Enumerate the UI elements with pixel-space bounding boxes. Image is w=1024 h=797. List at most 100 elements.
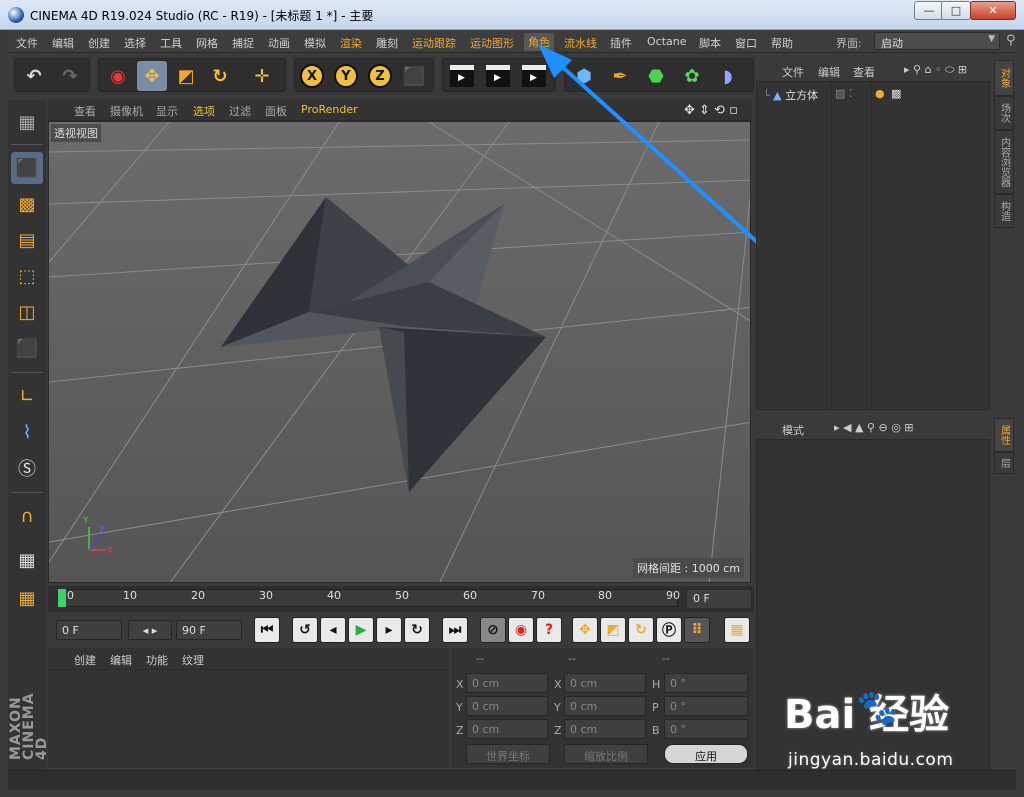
menu-mesh[interactable]: 网格 — [196, 35, 218, 51]
viewport-menu-prorender[interactable]: ProRender — [301, 103, 358, 116]
undo-icon[interactable]: ↶ — [19, 61, 49, 91]
layout-dropdown[interactable]: 启动 ▼ — [874, 32, 1000, 50]
go-to-end-icon[interactable]: ⏭ — [442, 617, 468, 643]
live-selection-icon[interactable]: ◉ — [103, 61, 133, 91]
tweak-mode-icon[interactable]: ⌇ — [11, 416, 43, 448]
key-position-icon[interactable]: ✥ — [572, 617, 598, 643]
texture-mode-icon[interactable]: ▩ — [11, 188, 43, 220]
material-tag-icon[interactable]: ▩ — [891, 87, 901, 100]
apply-button[interactable]: 应用 — [664, 744, 748, 764]
material-menu-create[interactable]: 创建 — [74, 652, 96, 668]
key-rotation-icon[interactable]: ↻ — [628, 617, 654, 643]
menu-motion-tracking[interactable]: 运动跟踪 — [412, 35, 456, 51]
visibility-dots-icon[interactable]: ▨ ⁚ — [835, 87, 852, 100]
object-menu-view[interactable]: 查看 — [853, 64, 875, 80]
prev-frame-icon[interactable]: ◂ — [320, 617, 346, 643]
tab-layers[interactable]: 层 — [994, 452, 1014, 474]
material-menu-edit[interactable]: 编辑 — [110, 652, 132, 668]
key-point-level-icon[interactable]: ⠿ — [684, 617, 710, 643]
make-editable-icon[interactable]: ▦ — [11, 106, 43, 138]
go-to-prev-key-icon[interactable]: ↺ — [292, 617, 318, 643]
position-z-field[interactable]: 0 cm — [466, 719, 548, 739]
material-menu-function[interactable]: 功能 — [146, 652, 168, 668]
key-parameter-icon[interactable]: Ⓟ — [656, 617, 682, 643]
record-disabled-icon[interactable]: ⊘ — [480, 617, 506, 643]
frame-range-slider[interactable]: ◂ ▸ — [128, 620, 172, 640]
timeline-ruler[interactable]: 0 10 20 30 40 50 60 70 80 90 — [48, 586, 754, 612]
size-y-field[interactable]: 0 cm — [564, 696, 646, 716]
menu-file[interactable]: 文件 — [16, 35, 38, 51]
points-mode-icon[interactable]: ⬚ — [11, 260, 43, 292]
x-axis-lock-icon[interactable]: X — [297, 61, 327, 91]
close-button[interactable]: ✕ — [970, 1, 1016, 20]
restore-button[interactable]: □ — [941, 1, 971, 20]
attribute-menu-mode[interactable]: 模式 — [782, 422, 804, 438]
auto-keying-icon[interactable]: ◉ — [508, 617, 534, 643]
axis-mode-icon[interactable]: ∟ — [11, 380, 43, 412]
viewport-menu-filter[interactable]: 过滤 — [229, 103, 251, 119]
object-menu-file[interactable]: 文件 — [782, 64, 804, 80]
menu-create[interactable]: 创建 — [88, 35, 110, 51]
edges-mode-icon[interactable]: ◫ — [11, 296, 43, 328]
menu-mograph[interactable]: 运动图形 — [470, 35, 514, 51]
size-x-field[interactable]: 0 cm — [564, 673, 646, 693]
attribute-toolbar-icons[interactable]: ▸ ◀ ▲ ⚲ ⊖ ◎ ⊞ — [834, 421, 914, 434]
rotation-h-field[interactable]: 0 ° — [664, 673, 748, 693]
menu-snap[interactable]: 捕捉 — [232, 35, 254, 51]
recent-tools-icon[interactable]: ✛ — [247, 61, 277, 91]
end-frame-field[interactable]: 90 F — [176, 620, 242, 640]
menu-render[interactable]: 渲染 — [340, 35, 362, 51]
viewport-menu-cameras[interactable]: 摄像机 — [110, 103, 143, 119]
render-picture-viewer-icon[interactable] — [483, 61, 513, 91]
object-row-cube[interactable]: └ ▲ 立方体 — [763, 87, 818, 103]
material-menu-texture[interactable]: 纹理 — [182, 652, 204, 668]
object-menu-edit[interactable]: 编辑 — [818, 64, 840, 80]
viewport-menu-panel[interactable]: 面板 — [265, 103, 287, 119]
viewport-menu-display[interactable]: 显示 — [156, 103, 178, 119]
workplane-lock-icon[interactable]: ▦ — [11, 544, 43, 576]
tab-takes[interactable]: 场次 — [994, 96, 1014, 130]
position-x-field[interactable]: 0 cm — [466, 673, 548, 693]
viewport-menu-view[interactable]: 查看 — [74, 103, 96, 119]
scale-tool-icon[interactable]: ◩ — [171, 61, 201, 91]
scale-mode-dropdown[interactable]: 缩放比例 — [564, 744, 648, 764]
position-y-field[interactable]: 0 cm — [466, 696, 548, 716]
start-frame-field[interactable]: 0 F — [56, 620, 122, 640]
tab-content-browser[interactable]: 内容浏览器 — [994, 130, 1014, 194]
minimize-button[interactable]: — — [914, 1, 944, 20]
object-toolbar-icons[interactable]: ▸ ⚲ ⌂ ◦ ⬭ ⊞ — [904, 63, 967, 77]
timeline-playhead[interactable] — [58, 589, 66, 607]
menu-select[interactable]: 选择 — [124, 35, 146, 51]
world-coordinates-dropdown[interactable]: 世界坐标 — [466, 744, 550, 764]
object-manager[interactable]: └ ▲ 立方体 ▨ ⁚ ● ▩ — [756, 58, 990, 410]
menu-simulate[interactable]: 模拟 — [304, 35, 326, 51]
y-axis-lock-icon[interactable]: Y — [331, 61, 361, 91]
snap-magnet-icon[interactable]: ∩ — [11, 500, 43, 532]
move-tool-icon[interactable]: ✥ — [137, 61, 167, 91]
go-to-start-icon[interactable]: ⏮ — [254, 617, 280, 643]
tab-objects[interactable]: 对象 — [994, 60, 1014, 96]
current-frame-field[interactable]: 0 F — [686, 589, 752, 609]
rotation-b-field[interactable]: 0 ° — [664, 719, 748, 739]
next-frame-icon[interactable]: ▸ — [376, 617, 402, 643]
go-to-next-key-icon[interactable]: ↻ — [404, 617, 430, 643]
phong-tag-icon[interactable]: ● — [875, 87, 885, 100]
tab-structure[interactable]: 构造 — [994, 194, 1014, 228]
tab-attributes[interactable]: 属性 — [994, 418, 1014, 452]
viewport-menu-options[interactable]: 选项 — [193, 103, 215, 119]
play-icon[interactable]: ▶ — [348, 617, 374, 643]
menu-animate[interactable]: 动画 — [268, 35, 290, 51]
planar-workplane-icon[interactable]: ▦ — [11, 582, 43, 614]
solo-icon[interactable]: Ⓢ — [11, 452, 43, 484]
model-mode-icon[interactable]: ⬛ — [11, 152, 43, 184]
render-view-icon[interactable] — [447, 61, 477, 91]
menu-sculpt[interactable]: 雕刻 — [376, 35, 398, 51]
key-scale-icon[interactable]: ◩ — [600, 617, 626, 643]
menu-edit[interactable]: 编辑 — [52, 35, 74, 51]
menu-tools[interactable]: 工具 — [160, 35, 182, 51]
rotation-p-field[interactable]: 0 ° — [664, 696, 748, 716]
workplane-icon[interactable]: ▤ — [11, 224, 43, 256]
keyframe-selection-icon[interactable]: ? — [536, 617, 562, 643]
timeline-window-icon[interactable]: ▦ — [724, 617, 750, 643]
z-axis-lock-icon[interactable]: Z — [365, 61, 395, 91]
